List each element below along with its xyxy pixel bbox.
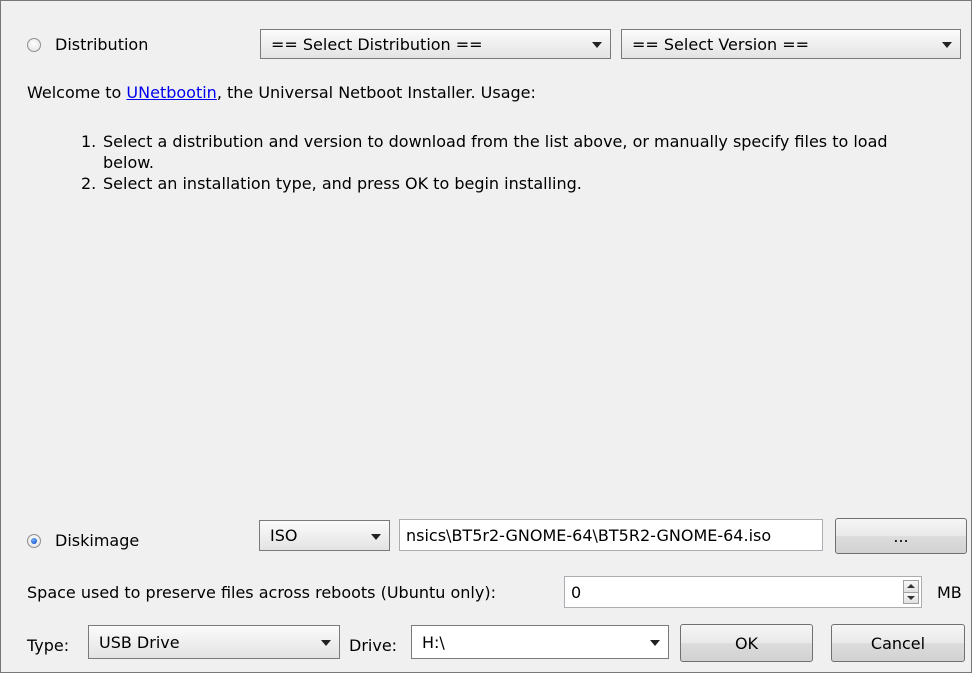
browse-button[interactable]: ... <box>835 518 967 554</box>
welcome-text: Welcome to UNetbootin, the Universal Net… <box>27 83 536 102</box>
diskimage-radio-label: Diskimage <box>55 531 140 550</box>
drive-select[interactable]: H:\ <box>411 625 669 659</box>
ok-button[interactable]: OK <box>680 624 813 662</box>
welcome-suffix: , the Universal Netboot Installer. Usage… <box>216 83 536 102</box>
distribution-select[interactable]: == Select Distribution == <box>260 29 611 59</box>
version-select-value: == Select Version == <box>632 34 810 54</box>
unetbootin-window: Distribution == Select Distribution == =… <box>0 0 972 673</box>
drive-label: Drive: <box>349 636 398 655</box>
target-type-select[interactable]: USB Drive <box>88 625 340 659</box>
spin-up-icon[interactable] <box>904 581 918 592</box>
persistence-label: Space used to preserve files across rebo… <box>27 583 496 602</box>
cancel-button-label: Cancel <box>870 633 926 653</box>
diskimage-radio[interactable] <box>27 533 41 548</box>
persistence-spinbox[interactable]: 0 <box>564 576 922 608</box>
distribution-radio[interactable] <box>27 37 41 52</box>
distribution-option[interactable]: Distribution <box>27 35 148 54</box>
usage-step: 1. Select a distribution and version to d… <box>81 131 941 173</box>
welcome-prefix: Welcome to <box>27 83 127 102</box>
browse-button-label: ... <box>893 526 909 546</box>
image-type-select[interactable]: ISO <box>259 520 390 551</box>
type-label: Type: <box>27 636 70 655</box>
usage-step: 2. Select an installation type, and press… <box>81 174 582 193</box>
version-select[interactable]: == Select Version == <box>621 29 961 59</box>
image-type-value: ISO <box>270 526 298 545</box>
chevron-down-icon <box>371 533 381 540</box>
spin-down-icon[interactable] <box>904 591 918 603</box>
persistence-value: 0 <box>571 582 582 602</box>
persistence-unit: MB <box>937 583 962 602</box>
usage-steps: 1. Select a distribution and version to d… <box>81 131 941 194</box>
unetbootin-link[interactable]: UNetbootin <box>126 83 216 102</box>
distribution-select-value: == Select Distribution == <box>271 34 483 54</box>
diskimage-option[interactable]: Diskimage <box>27 531 139 550</box>
cancel-button[interactable]: Cancel <box>831 624 965 662</box>
drive-value: H:\ <box>422 632 445 652</box>
ok-button-label: OK <box>734 633 759 653</box>
usage-step-text: Select an installation type, and press O… <box>103 174 582 193</box>
distribution-radio-label: Distribution <box>55 35 149 54</box>
chevron-down-icon <box>321 640 331 646</box>
spin-buttons[interactable] <box>903 580 919 604</box>
usage-step-text: Select a distribution and version to dow… <box>103 132 888 172</box>
chevron-down-icon <box>592 42 602 48</box>
iso-path-input[interactable]: nsics\BT5r2-GNOME-64\BT5R2-GNOME-64.iso <box>399 519 823 551</box>
chevron-down-icon <box>942 42 952 48</box>
chevron-down-icon <box>650 640 660 646</box>
iso-path-value: nsics\BT5r2-GNOME-64\BT5R2-GNOME-64.iso <box>406 525 772 545</box>
target-type-value: USB Drive <box>99 632 180 652</box>
